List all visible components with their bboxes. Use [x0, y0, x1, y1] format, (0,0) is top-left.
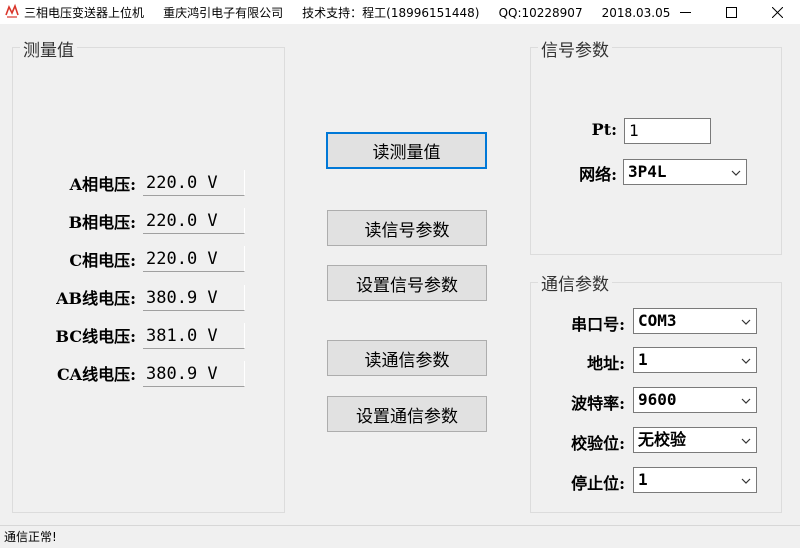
status-bar: 通信正常!: [0, 525, 800, 547]
close-button[interactable]: [754, 0, 800, 24]
chevron-down-icon: [741, 438, 751, 444]
baud-rate-select-value: 9600: [638, 390, 677, 409]
signal-params-group-title: 信号参数: [538, 36, 612, 61]
stop-bits-select[interactable]: 1: [633, 467, 757, 493]
network-label: 网络:: [579, 165, 617, 184]
maximize-icon: [725, 6, 737, 18]
ca-line-voltage-label: CA线电压:: [56, 365, 136, 384]
b-phase-voltage-value: 220.0 V: [143, 208, 245, 234]
close-icon: [771, 6, 783, 18]
stop-bits-select-value: 1: [638, 470, 648, 489]
c-phase-voltage-label: C相电压:: [69, 251, 136, 270]
minimize-button[interactable]: [662, 0, 708, 24]
network-select-value: 3P4L: [628, 162, 667, 181]
maximize-button[interactable]: [708, 0, 754, 24]
a-phase-voltage-value: 220.0 V: [143, 170, 245, 196]
serial-port-select[interactable]: COM3: [633, 308, 757, 334]
read-measure-button[interactable]: 读测量值: [326, 132, 487, 169]
chevron-down-icon: [741, 319, 751, 325]
parity-select[interactable]: 无校验: [633, 427, 757, 453]
network-select[interactable]: 3P4L: [623, 159, 747, 185]
serial-port-select-value: COM3: [638, 311, 677, 330]
comm-params-group-title: 通信参数: [538, 270, 612, 295]
window-title: 三相电压变送器上位机 重庆鸿引电子有限公司 技术支持：程工(1899615144…: [24, 6, 671, 20]
address-select-value: 1: [638, 350, 648, 369]
measure-group-title: 测量值: [20, 36, 77, 61]
address-label: 地址:: [587, 354, 625, 373]
set-signal-params-button[interactable]: 设置信号参数: [327, 265, 487, 301]
address-select[interactable]: 1: [633, 347, 757, 373]
pt-label: Pt:: [591, 120, 617, 139]
pt-input[interactable]: 1: [624, 118, 711, 144]
chevron-down-icon: [741, 398, 751, 404]
read-comm-params-button[interactable]: 读通信参数: [327, 340, 487, 376]
stop-bits-label: 停止位:: [571, 474, 625, 493]
parity-label: 校验位:: [571, 434, 625, 453]
bc-line-voltage-label: BC线电压:: [55, 327, 136, 346]
status-text: 通信正常!: [4, 530, 57, 544]
ca-line-voltage-value: 380.9 V: [143, 361, 245, 387]
bc-line-voltage-value: 381.0 V: [143, 323, 245, 349]
app-logo-icon: [5, 3, 19, 18]
b-phase-voltage-label: B相电压:: [68, 213, 136, 232]
c-phase-voltage-value: 220.0 V: [143, 246, 245, 272]
ab-line-voltage-value: 380.9 V: [143, 285, 245, 311]
baud-rate-label: 波特率:: [571, 394, 625, 413]
a-phase-voltage-label: A相电压:: [69, 175, 136, 194]
set-comm-params-button[interactable]: 设置通信参数: [327, 396, 487, 432]
parity-select-value: 无校验: [638, 430, 687, 449]
minimize-icon: [679, 11, 691, 13]
title-bar[interactable]: 三相电压变送器上位机 重庆鸿引电子有限公司 技术支持：程工(1899615144…: [0, 0, 800, 24]
chevron-down-icon: [741, 478, 751, 484]
serial-port-label: 串口号:: [571, 315, 625, 334]
chevron-down-icon: [741, 358, 751, 364]
read-signal-params-button[interactable]: 读信号参数: [327, 210, 487, 246]
baud-rate-select[interactable]: 9600: [633, 387, 757, 413]
measure-groupbox: [12, 47, 285, 513]
ab-line-voltage-label: AB线电压:: [56, 289, 136, 308]
signal-params-groupbox: [530, 47, 782, 255]
chevron-down-icon: [731, 170, 741, 176]
